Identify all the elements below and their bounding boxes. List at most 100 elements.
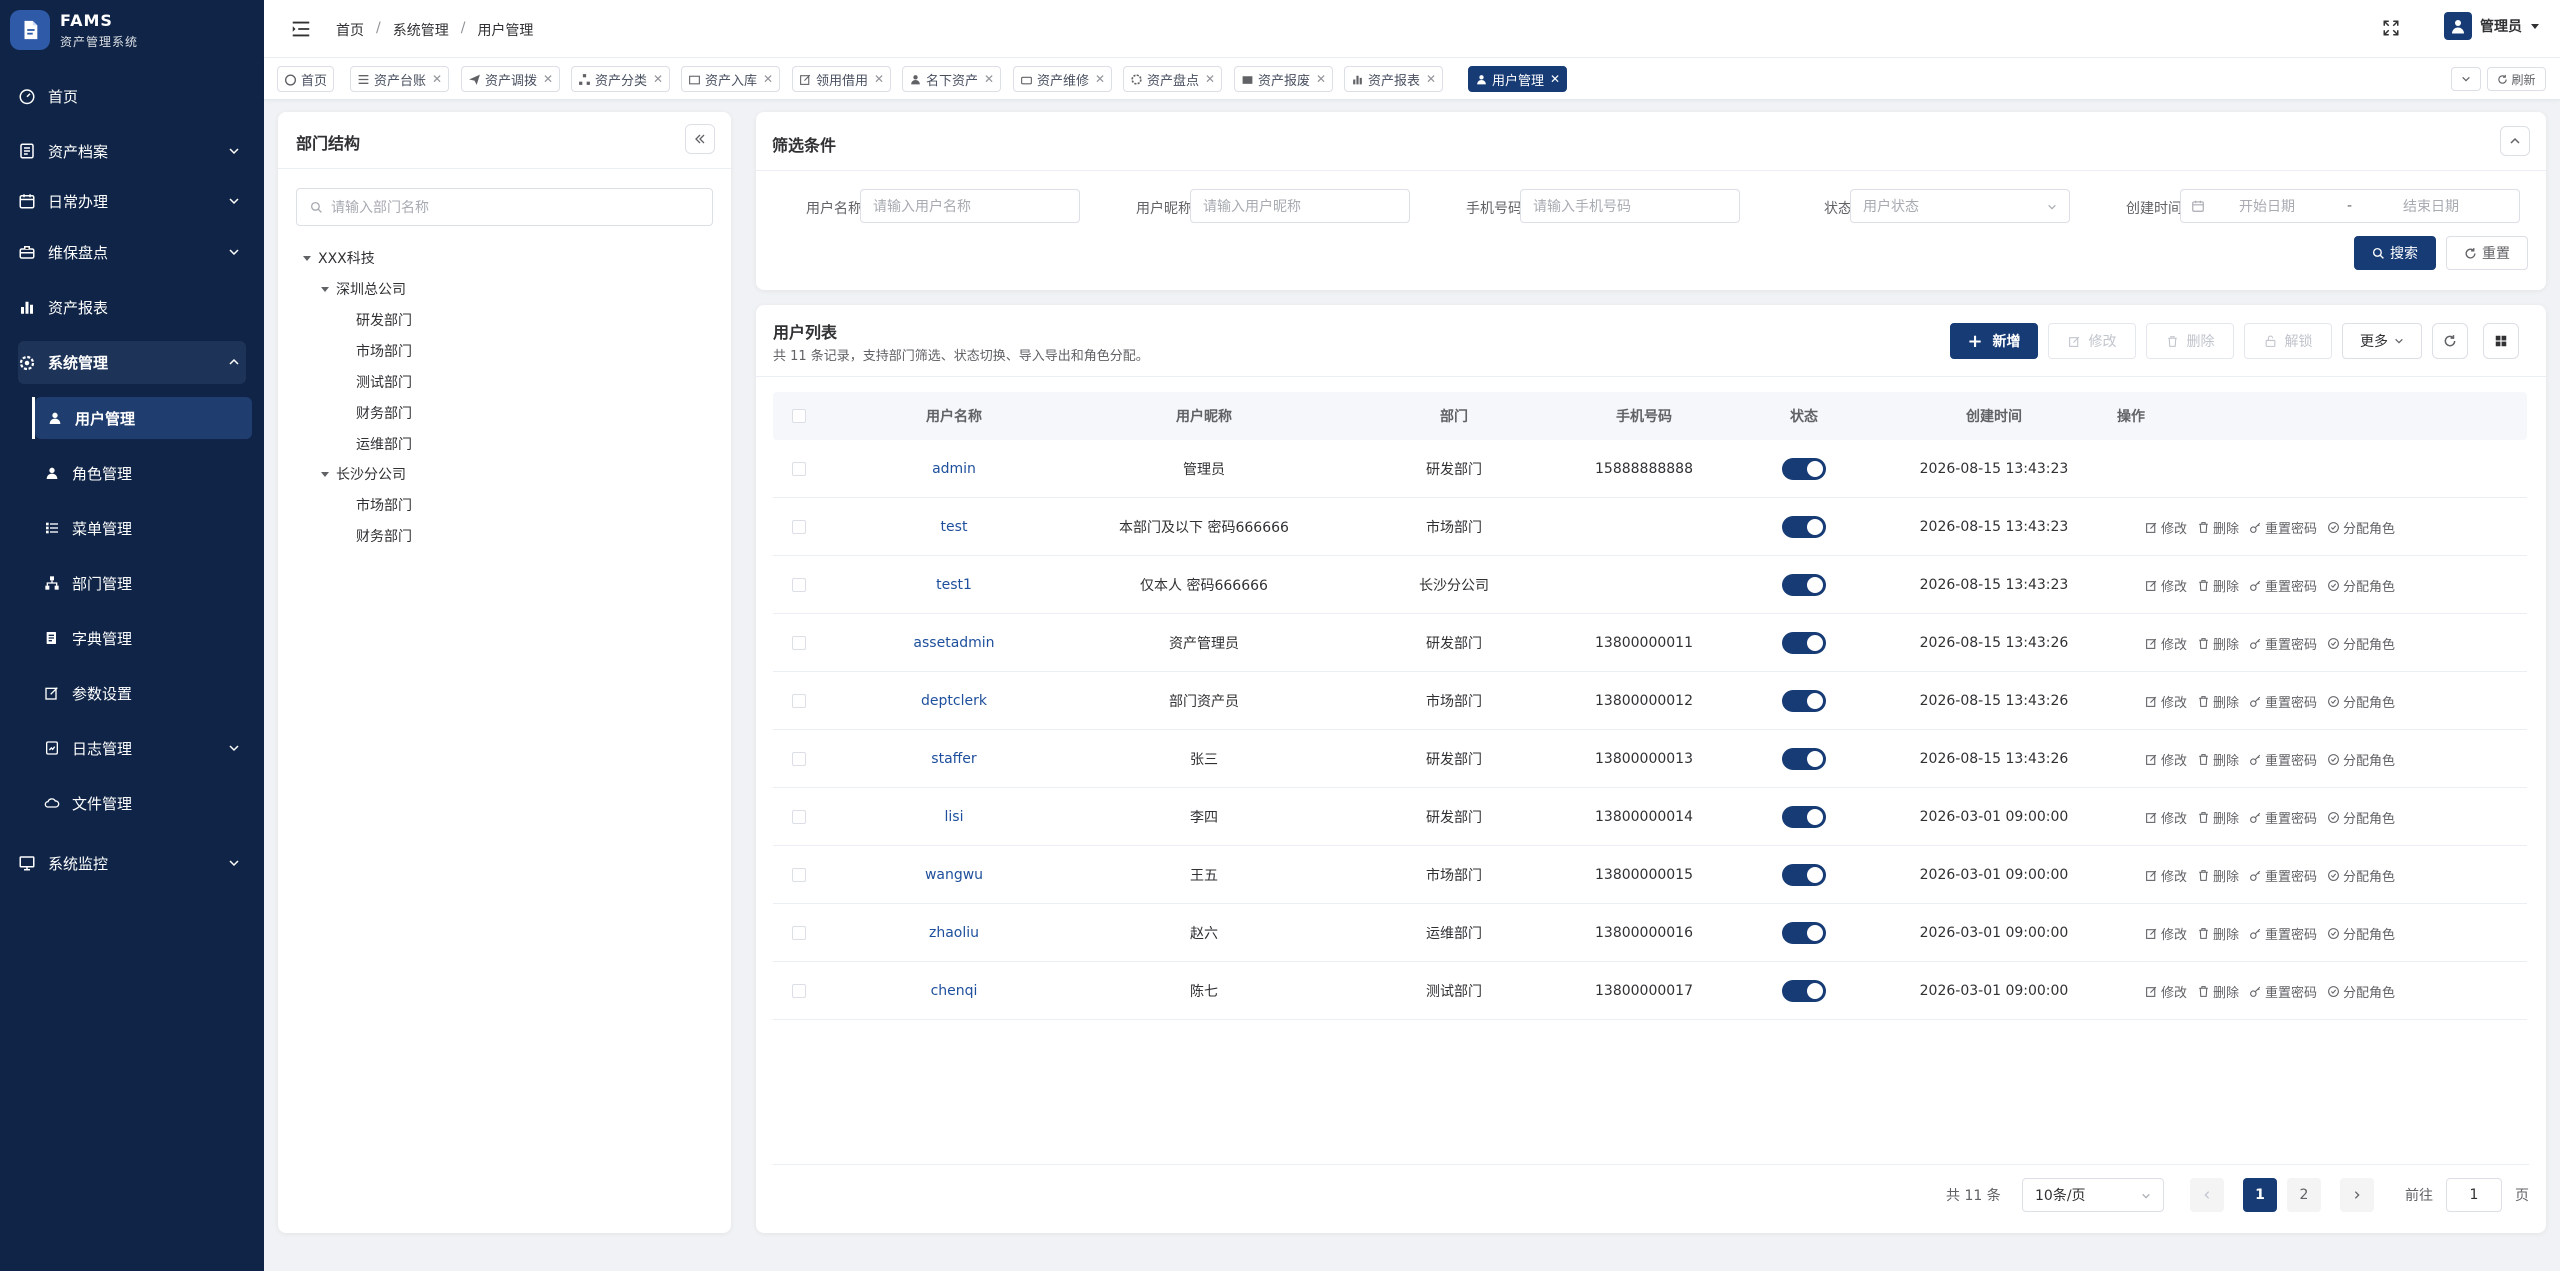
assign-role-button[interactable]: 分配角色 — [2327, 924, 2395, 943]
reset-password-button[interactable]: 重置密码 — [2249, 576, 2317, 595]
status-toggle[interactable] — [1782, 806, 1826, 828]
row-checkbox[interactable] — [792, 578, 806, 592]
sidebar-item-maintenance[interactable]: 维保盘点 — [18, 231, 246, 273]
status-toggle[interactable] — [1782, 632, 1826, 654]
prev-page-button[interactable] — [2190, 1178, 2224, 1212]
reset-password-button[interactable]: 重置密码 — [2249, 518, 2317, 537]
cell-username[interactable]: zhaoliu — [849, 904, 1059, 962]
tab-asset-category[interactable]: 资产分类 ✕ — [571, 66, 671, 92]
tab-asset-scrap[interactable]: 资产报废 ✕ — [1234, 66, 1334, 92]
table-row[interactable]: chenqi 陈七 测试部门 13800000017 2026-03-01 09… — [773, 962, 2527, 1020]
page-button-2[interactable]: 2 — [2287, 1178, 2321, 1212]
assign-role-button[interactable]: 分配角色 — [2327, 576, 2395, 595]
cell-username[interactable]: test1 — [849, 556, 1059, 614]
table-row[interactable]: test1 仅本人 密码666666 长沙分公司 2026-08-15 13:4… — [773, 556, 2527, 614]
status-toggle[interactable] — [1782, 748, 1826, 770]
tab-close-icon[interactable]: ✕ — [984, 72, 994, 86]
status-toggle[interactable] — [1782, 864, 1826, 886]
fullscreen-icon[interactable] — [2382, 19, 2400, 37]
sidebar-item-dict-mgmt[interactable]: 字典管理 — [32, 617, 252, 659]
row-checkbox[interactable] — [792, 868, 806, 882]
delete-row-button[interactable]: 删除 — [2197, 808, 2239, 827]
user-dropdown[interactable]: 管理员 — [2444, 12, 2540, 40]
assign-role-button[interactable]: 分配角色 — [2327, 692, 2395, 711]
delete-row-button[interactable]: 删除 — [2197, 576, 2239, 595]
search-button[interactable]: 搜索 — [2354, 236, 2436, 270]
edit-row-button[interactable]: 修改 — [2145, 518, 2187, 537]
tree-node-root[interactable]: XXX科技 — [302, 244, 375, 272]
tab-asset-inventory[interactable]: 资产盘点 ✕ — [1123, 66, 1223, 92]
sidebar-item-user-mgmt[interactable]: 用户管理 — [35, 397, 252, 439]
tree-node-dept[interactable]: 市场部门 — [356, 491, 412, 519]
assign-role-button[interactable]: 分配角色 — [2327, 634, 2395, 653]
sidebar-item-role-mgmt[interactable]: 角色管理 — [32, 452, 252, 494]
page-button-1[interactable]: 1 — [2243, 1178, 2277, 1212]
tab-close-icon[interactable]: ✕ — [763, 72, 773, 86]
col-phone[interactable]: 手机号码 — [1559, 392, 1729, 440]
delete-button[interactable]: 删除 — [2146, 323, 2234, 359]
more-dropdown-button[interactable]: 更多 — [2342, 323, 2422, 359]
sidebar-item-reports[interactable]: 资产报表 — [18, 286, 246, 328]
tree-node-dept[interactable]: 运维部门 — [356, 430, 412, 458]
cell-username[interactable]: test — [849, 498, 1059, 556]
tab-asset-transfer[interactable]: 资产调拨 ✕ — [461, 66, 561, 92]
nickname-input[interactable]: 请输入用户昵称 — [1190, 189, 1410, 223]
breadcrumb-system[interactable]: 系统管理 — [393, 20, 449, 40]
tab-asset-repair[interactable]: 资产维修 ✕ — [1013, 66, 1113, 92]
hamburger-toggle-icon[interactable] — [290, 18, 312, 40]
end-date-placeholder[interactable]: 结束日期 — [2403, 196, 2459, 216]
assign-role-button[interactable]: 分配角色 — [2327, 808, 2395, 827]
tree-node-dept[interactable]: 测试部门 — [356, 368, 412, 396]
tab-close-icon[interactable]: ✕ — [1205, 72, 1215, 86]
table-row[interactable]: wangwu 王五 市场部门 13800000015 2026-03-01 09… — [773, 846, 2527, 904]
col-created[interactable]: 创建时间 — [1879, 392, 2109, 440]
row-checkbox[interactable] — [792, 520, 806, 534]
refresh-tab-button[interactable]: 刷新 — [2487, 67, 2546, 91]
tab-asset-inbound[interactable]: 资产入库 ✕ — [681, 66, 781, 92]
edit-row-button[interactable]: 修改 — [2145, 750, 2187, 769]
collapse-filter-button[interactable] — [2500, 126, 2530, 156]
table-row[interactable]: assetadmin 资产管理员 研发部门 13800000011 2026-0… — [773, 614, 2527, 672]
reset-password-button[interactable]: 重置密码 — [2249, 808, 2317, 827]
edit-row-button[interactable]: 修改 — [2145, 692, 2187, 711]
col-nickname[interactable]: 用户昵称 — [1059, 392, 1349, 440]
tab-close-icon[interactable]: ✕ — [653, 72, 663, 86]
reset-password-button[interactable]: 重置密码 — [2249, 982, 2317, 1001]
tab-my-assets[interactable]: 名下资产 ✕ — [902, 66, 1002, 92]
col-dept[interactable]: 部门 — [1349, 392, 1559, 440]
reset-button[interactable]: 重置 — [2446, 236, 2528, 270]
assign-role-button[interactable]: 分配角色 — [2327, 866, 2395, 885]
tab-close-icon[interactable]: ✕ — [1550, 72, 1560, 86]
delete-row-button[interactable]: 删除 — [2197, 982, 2239, 1001]
col-username[interactable]: 用户名称 — [849, 392, 1059, 440]
edit-button[interactable]: 修改 — [2048, 323, 2136, 359]
status-toggle[interactable] — [1782, 458, 1826, 480]
row-checkbox[interactable] — [792, 636, 806, 650]
row-checkbox[interactable] — [792, 810, 806, 824]
assign-role-button[interactable]: 分配角色 — [2327, 750, 2395, 769]
tab-home[interactable]: 首页 — [277, 66, 335, 92]
tab-close-icon[interactable]: ✕ — [1095, 72, 1105, 86]
tab-user-mgmt[interactable]: 用户管理 ✕ — [1468, 66, 1568, 92]
cell-username[interactable]: wangwu — [849, 846, 1059, 904]
goto-page-input[interactable]: 1 — [2446, 1178, 2502, 1212]
row-checkbox[interactable] — [792, 462, 806, 476]
status-toggle[interactable] — [1782, 922, 1826, 944]
tab-close-icon[interactable]: ✕ — [432, 72, 442, 86]
cell-username[interactable]: assetadmin — [849, 614, 1059, 672]
add-user-button[interactable]: + 新增 — [1950, 323, 2038, 359]
refresh-list-button[interactable] — [2432, 323, 2468, 359]
row-checkbox[interactable] — [792, 694, 806, 708]
breadcrumb-home[interactable]: 首页 — [336, 20, 364, 40]
sidebar-item-daily[interactable]: 日常办理 — [18, 180, 246, 222]
cell-username[interactable]: lisi — [849, 788, 1059, 846]
next-page-button[interactable] — [2340, 1178, 2374, 1212]
tab-asset-ledger[interactable]: 资产台账 ✕ — [350, 66, 450, 92]
edit-row-button[interactable]: 修改 — [2145, 808, 2187, 827]
select-all-checkbox[interactable] — [792, 409, 806, 423]
sidebar-item-system[interactable]: 系统管理 — [18, 341, 246, 384]
table-row[interactable]: lisi 李四 研发部门 13800000014 2026-03-01 09:0… — [773, 788, 2527, 846]
status-toggle[interactable] — [1782, 980, 1826, 1002]
reset-password-button[interactable]: 重置密码 — [2249, 924, 2317, 943]
start-date-placeholder[interactable]: 开始日期 — [2239, 196, 2295, 216]
